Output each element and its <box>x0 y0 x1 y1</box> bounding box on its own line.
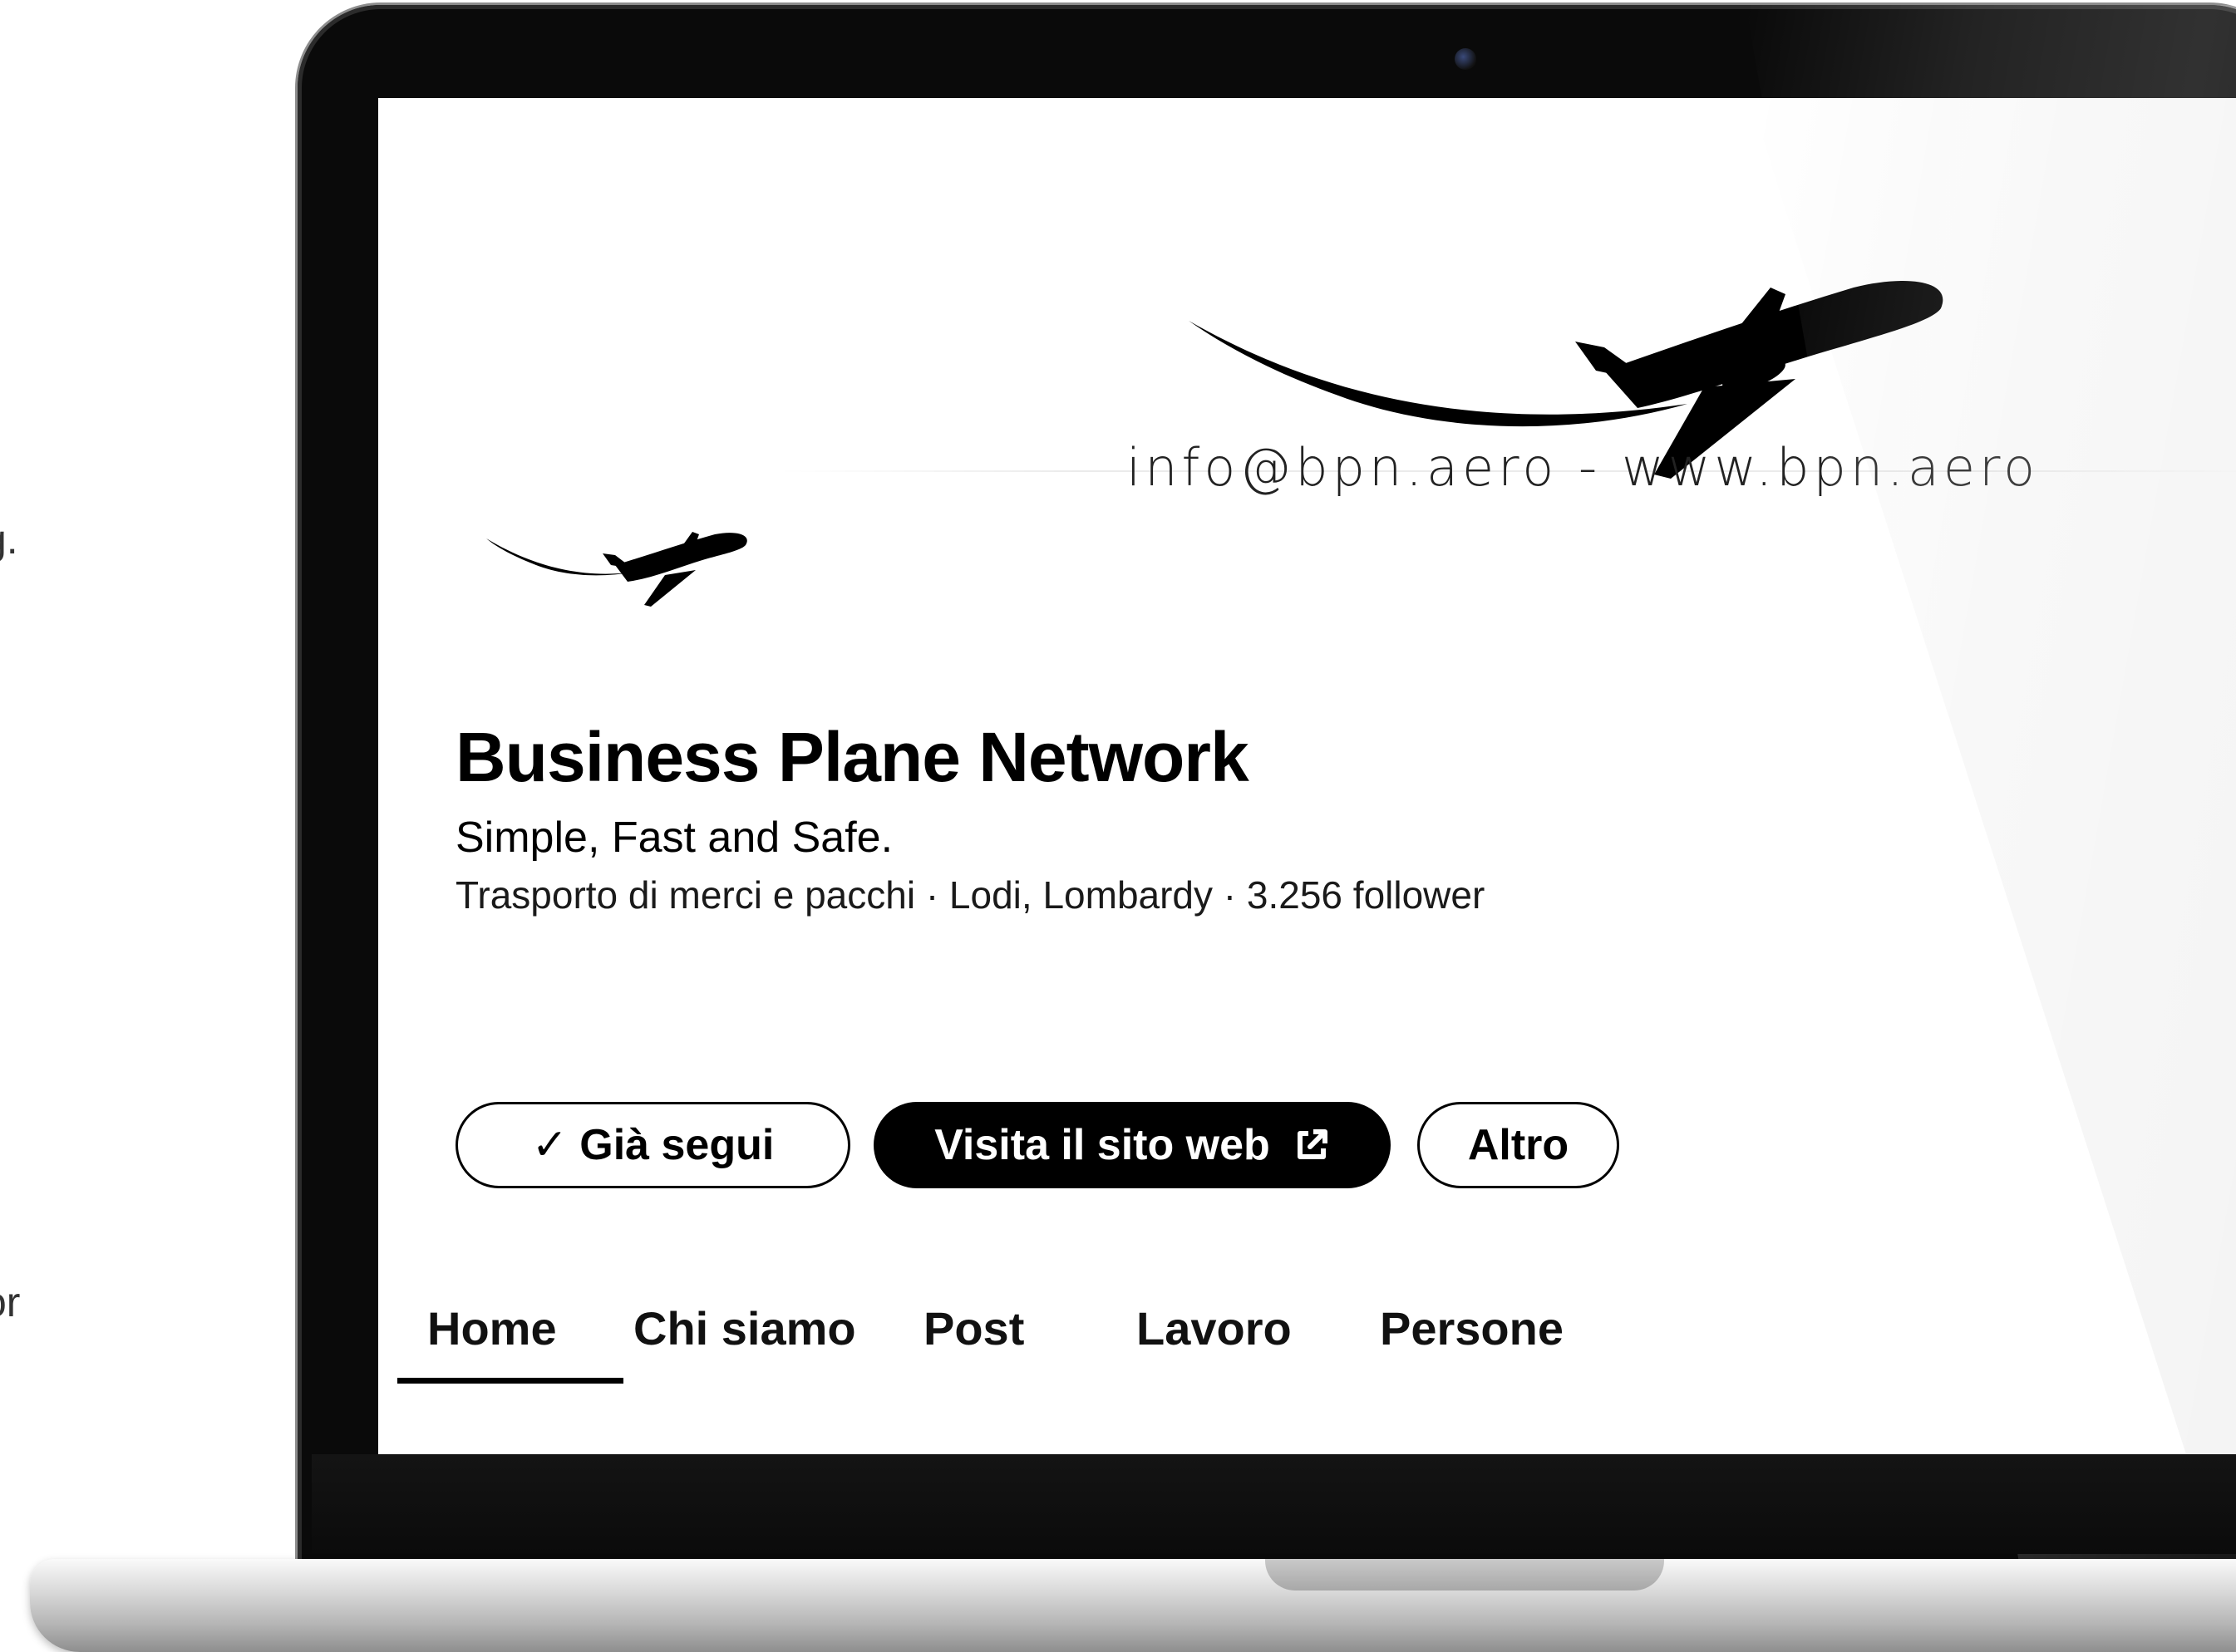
webcam <box>1455 48 1476 70</box>
banner-contact-line: info@bpn.aero - www.bpn.aero <box>1126 437 2040 498</box>
external-link-icon <box>1293 1127 1330 1163</box>
tab-home[interactable]: Home <box>427 1282 557 1374</box>
visit-website-button[interactable]: Visita il sito web <box>874 1102 1391 1188</box>
more-button[interactable]: Altro <box>1417 1102 1619 1188</box>
laptop-opening-notch <box>1265 1559 1664 1591</box>
company-tagline: Simple, Fast and Safe. <box>456 814 894 862</box>
checkmark-icon: ✓ <box>531 1121 569 1169</box>
airplane-logo-icon <box>486 532 747 607</box>
laptop-chin <box>312 1454 2236 1554</box>
tab-post[interactable]: Post <box>923 1282 1024 1374</box>
following-button-label: Già segui <box>579 1121 775 1169</box>
company-name: Business Plane Network <box>456 718 1249 796</box>
tab-chi-siamo[interactable]: Chi siamo <box>633 1282 856 1374</box>
tab-persone[interactable]: Persone <box>1380 1282 1564 1374</box>
following-button[interactable]: ✓ Già segui <box>456 1102 850 1188</box>
laptop-base <box>30 1559 2236 1652</box>
active-tab-indicator <box>397 1378 623 1384</box>
company-meta: Trasporto di merci e pacchi · Lodi, Lomb… <box>456 873 1485 917</box>
clipped-text-fragment: g. <box>0 516 18 563</box>
visit-website-button-label: Visita il sito web <box>934 1121 1270 1169</box>
clipped-text-fragment: or <box>0 1279 21 1325</box>
more-button-label: Altro <box>1467 1121 1569 1169</box>
laptop-screen: info@bpn.aero - www.bpn.aero Business Pl… <box>378 98 2236 1454</box>
tab-lavoro[interactable]: Lavoro <box>1136 1282 1292 1374</box>
